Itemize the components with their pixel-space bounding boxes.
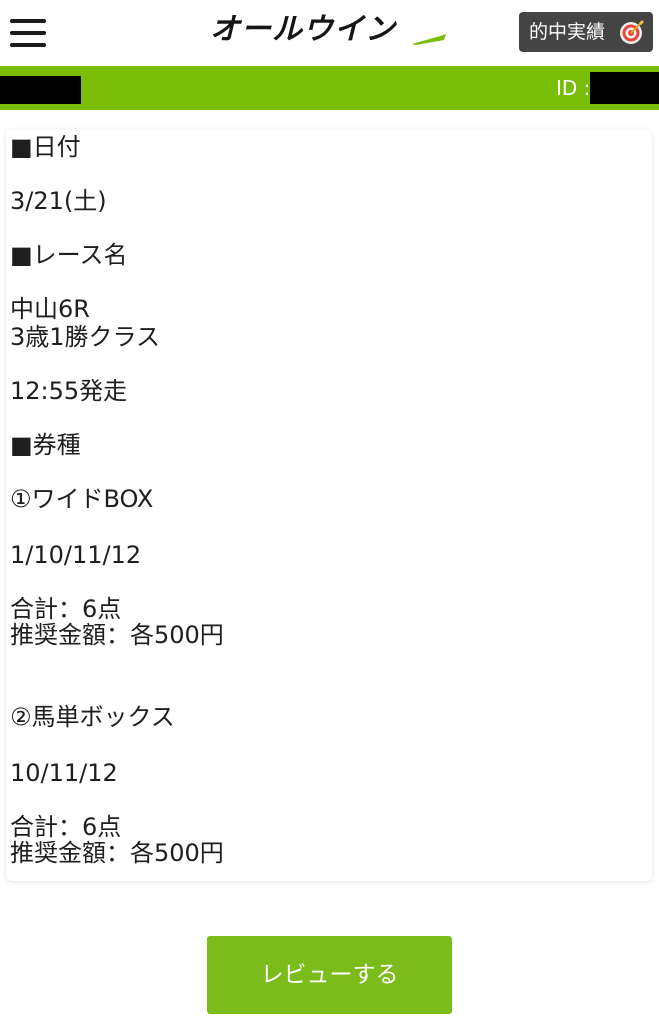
results-button[interactable]: 的中実績 [519, 12, 653, 52]
user-id-label: ID : [556, 76, 591, 100]
hamburger-menu-icon[interactable] [10, 18, 46, 48]
post-time: 12:55発走 [10, 377, 128, 405]
race-class: 3歳1勝クラス [10, 323, 161, 351]
logo-swoosh-icon [412, 34, 446, 45]
bet-2-recommended-amount: 推奨金額：各500円 [10, 839, 224, 867]
app-header: オールウイン 的中実績 [0, 0, 659, 66]
prediction-card: ■日付 3/21(土) ■レース名 中山6R 3歳1勝クラス 12:55発走 ■… [6, 129, 652, 881]
bet-2-numbers: 10/11/12 [10, 759, 118, 787]
logo-text: オールウイン [210, 12, 396, 47]
bet-1-recommended-amount: 推奨金額：各500円 [10, 621, 224, 649]
review-button[interactable]: レビューする [207, 936, 452, 1014]
bet-1-title: ①ワイドBOX [10, 485, 154, 513]
target-icon [620, 20, 644, 44]
ticket-type-heading: ■券種 [10, 431, 81, 459]
user-info-bar: ID : [0, 66, 659, 110]
redacted-username [0, 76, 81, 104]
race-venue: 中山6R [10, 295, 90, 323]
date-heading: ■日付 [10, 133, 81, 161]
site-logo[interactable]: オールウイン [210, 10, 450, 50]
results-button-label: 的中実績 [529, 21, 606, 43]
bet-2-title: ②馬単ボックス [10, 703, 175, 731]
redacted-user-id [590, 72, 659, 104]
bet-1-numbers: 1/10/11/12 [10, 541, 142, 569]
race-heading: ■レース名 [10, 241, 128, 269]
date-value: 3/21(土) [10, 187, 107, 215]
